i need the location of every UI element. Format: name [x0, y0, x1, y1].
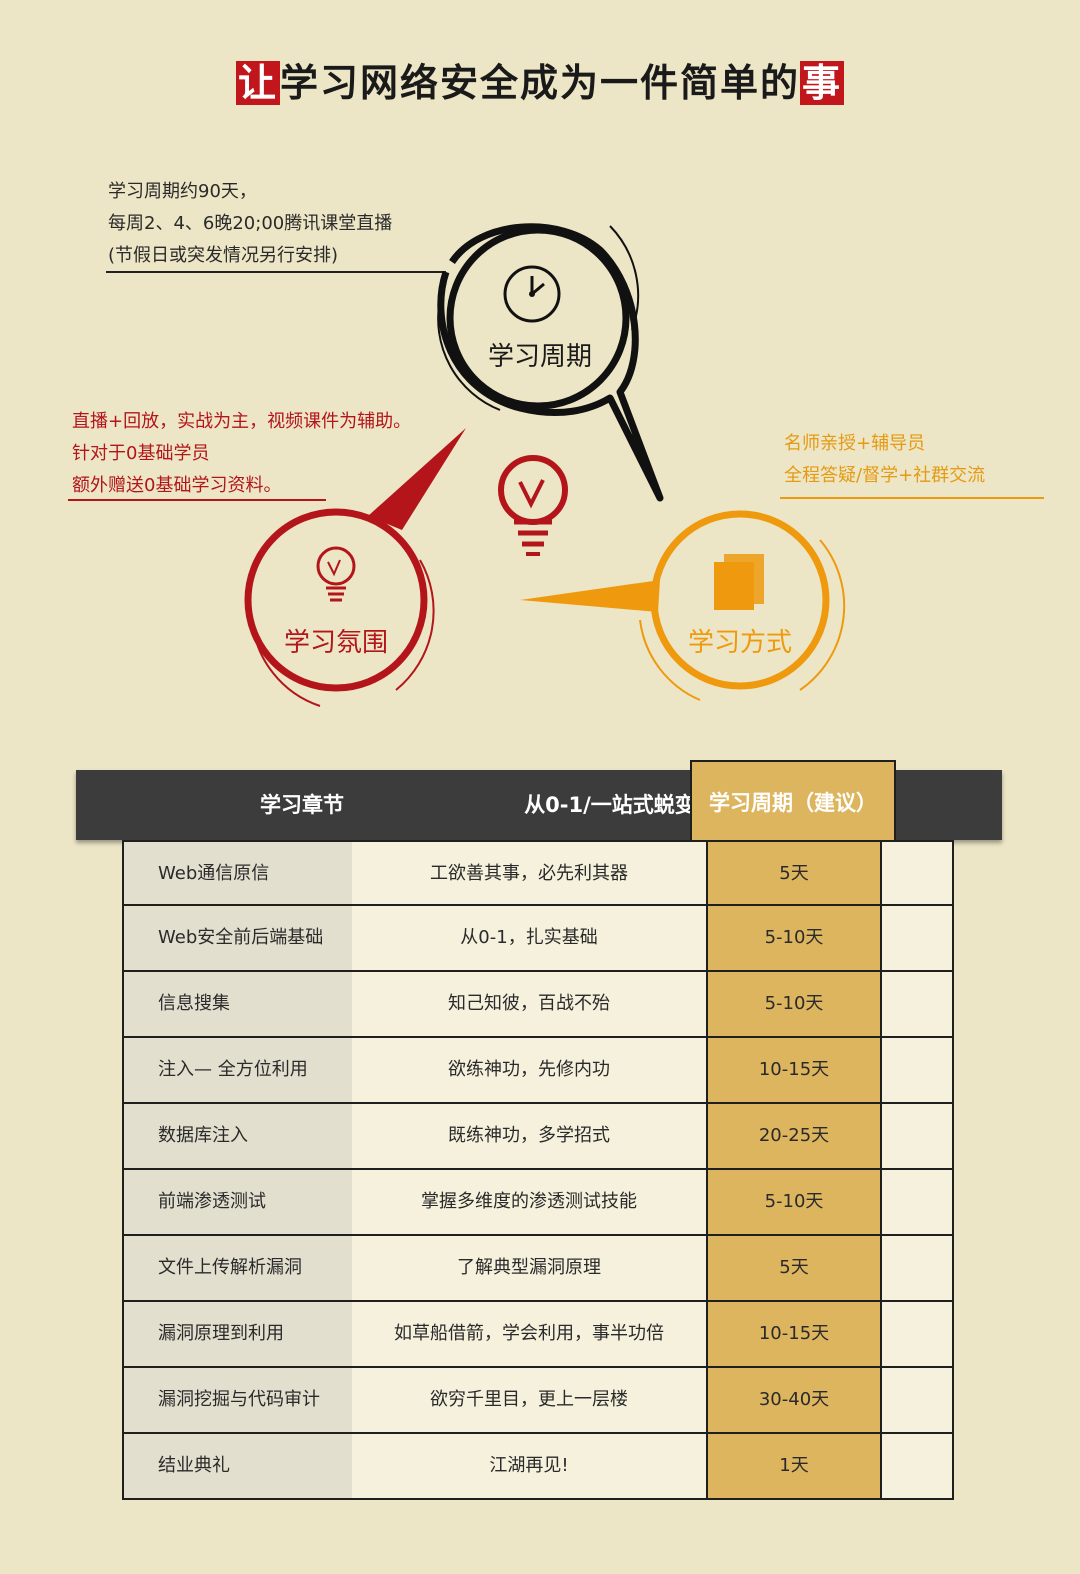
empty-cell: [880, 1302, 954, 1368]
table-row: Web安全前后端基础 从0-1，扎实基础 5-10天: [122, 906, 954, 972]
duration-cell: 5-10天: [706, 972, 882, 1038]
chapter-cell: 注入— 全方位利用: [122, 1038, 354, 1104]
table-row: 注入— 全方位利用 欲练神功，先修内功 10-15天: [122, 1038, 954, 1104]
method-note-line: 名师亲授+辅导员: [784, 433, 926, 454]
table-row: 结业典礼 江湖再见! 1天: [122, 1434, 954, 1500]
empty-cell: [880, 1434, 954, 1500]
duration-cell: 1天: [706, 1434, 882, 1500]
duration-cell: 10-15天: [706, 1302, 882, 1368]
motto-cell: 掌握多维度的渗透测试技能: [352, 1170, 708, 1236]
motto-cell: 工欲善其事，必先利其器: [352, 840, 708, 906]
motto-cell: 江湖再见!: [352, 1434, 708, 1500]
atmosphere-note-line: 针对于0基础学员: [72, 443, 210, 464]
chapter-cell: 信息搜集: [122, 972, 354, 1038]
table-row: 数据库注入 既练神功，多学招式 20-25天: [122, 1104, 954, 1170]
chapter-cell: 数据库注入: [122, 1104, 354, 1170]
duration-cell: 10-15天: [706, 1038, 882, 1104]
empty-cell: [880, 972, 954, 1038]
clock-icon: [503, 265, 561, 323]
chapter-cell: Web安全前后端基础: [122, 906, 354, 972]
duration-cell: 5-10天: [706, 1170, 882, 1236]
atmosphere-lightbulb-icon: [316, 546, 356, 602]
cycle-note-line: 学习周期约90天，: [108, 181, 257, 202]
duration-cell: 5天: [706, 1236, 882, 1302]
motto-cell: 欲穷千里目，更上一层楼: [352, 1368, 708, 1434]
document-icon: [714, 554, 764, 610]
duration-cell: 20-25天: [706, 1104, 882, 1170]
table-row: 前端渗透测试 掌握多维度的渗透测试技能 5-10天: [122, 1170, 954, 1236]
empty-cell: [880, 1368, 954, 1434]
empty-cell: [880, 1170, 954, 1236]
chapter-cell: 结业典礼: [122, 1434, 354, 1500]
chapter-cell: 漏洞挖掘与代码审计: [122, 1368, 354, 1434]
duration-cell: 30-40天: [706, 1368, 882, 1434]
cycle-note-line: (节假日或突发情况另行安排): [108, 245, 339, 266]
method-note-line: 全程答疑/督学+社群交流: [784, 465, 986, 486]
method-note: 名师亲授+辅导员 全程答疑/督学+社群交流: [784, 428, 985, 492]
table-row: 文件上传解析漏洞 了解典型漏洞原理 5天: [122, 1236, 954, 1302]
center-lightbulb-icon: [498, 455, 568, 556]
method-circle-label: 学习方式: [687, 628, 792, 658]
chapter-cell: 漏洞原理到利用: [122, 1302, 354, 1368]
table-row: 信息搜集 知己知彼，百战不殆 5-10天: [122, 972, 954, 1038]
cycle-circle-label: 学习周期: [487, 342, 592, 372]
empty-cell: [880, 840, 954, 906]
atmosphere-note-line: 额外赠送0基础学习资料。: [72, 475, 282, 496]
chapter-cell: Web通信原信: [122, 840, 354, 906]
empty-cell: [880, 1236, 954, 1302]
cycle-note-line: 每周2、4、6晚20;00腾讯课堂直播: [108, 213, 393, 234]
atmosphere-circle-label: 学习氛围: [283, 628, 388, 658]
header-chapter: 学习章节: [260, 793, 344, 817]
duration-cell: 5天: [706, 840, 882, 906]
motto-cell: 了解典型漏洞原理: [352, 1236, 708, 1302]
chapter-cell: 前端渗透测试: [122, 1170, 354, 1236]
duration-cell: 5-10天: [706, 906, 882, 972]
motto-cell: 从0-1，扎实基础: [352, 906, 708, 972]
motto-cell: 知己知彼，百战不殆: [352, 972, 708, 1038]
header-cycle-suggested: 学习周期（建议）: [690, 760, 896, 840]
motto-cell: 如草船借箭，学会利用，事半功倍: [352, 1302, 708, 1368]
table-body: Web通信原信 工欲善其事，必先利其器 5天 Web安全前后端基础 从0-1，扎实基础 5…: [122, 840, 954, 1500]
cycle-note: 学习周期约90天， 每周2、4、6晚20;00腾讯课堂直播 (节假日或突发情况另…: [108, 176, 392, 272]
empty-cell: [880, 1038, 954, 1104]
empty-cell: [880, 1104, 954, 1170]
table-row: 漏洞原理到利用 如草船借箭，学会利用，事半功倍 10-15天: [122, 1302, 954, 1368]
motto-cell: 既练神功，多学招式: [352, 1104, 708, 1170]
empty-cell: [880, 906, 954, 972]
atmosphere-note-line: 直播+回放，实战为主，视频课件为辅助。: [72, 411, 412, 432]
chapter-cell: 文件上传解析漏洞: [122, 1236, 354, 1302]
table-row: Web通信原信 工欲善其事，必先利其器 5天: [122, 840, 954, 906]
table-row: 漏洞挖掘与代码审计 欲穷千里目，更上一层楼 30-40天: [122, 1368, 954, 1434]
atmosphere-note: 直播+回放，实战为主，视频课件为辅助。 针对于0基础学员 额外赠送0基础学习资料…: [72, 406, 411, 502]
motto-cell: 欲练神功，先修内功: [352, 1038, 708, 1104]
method-circle: [520, 510, 846, 701]
